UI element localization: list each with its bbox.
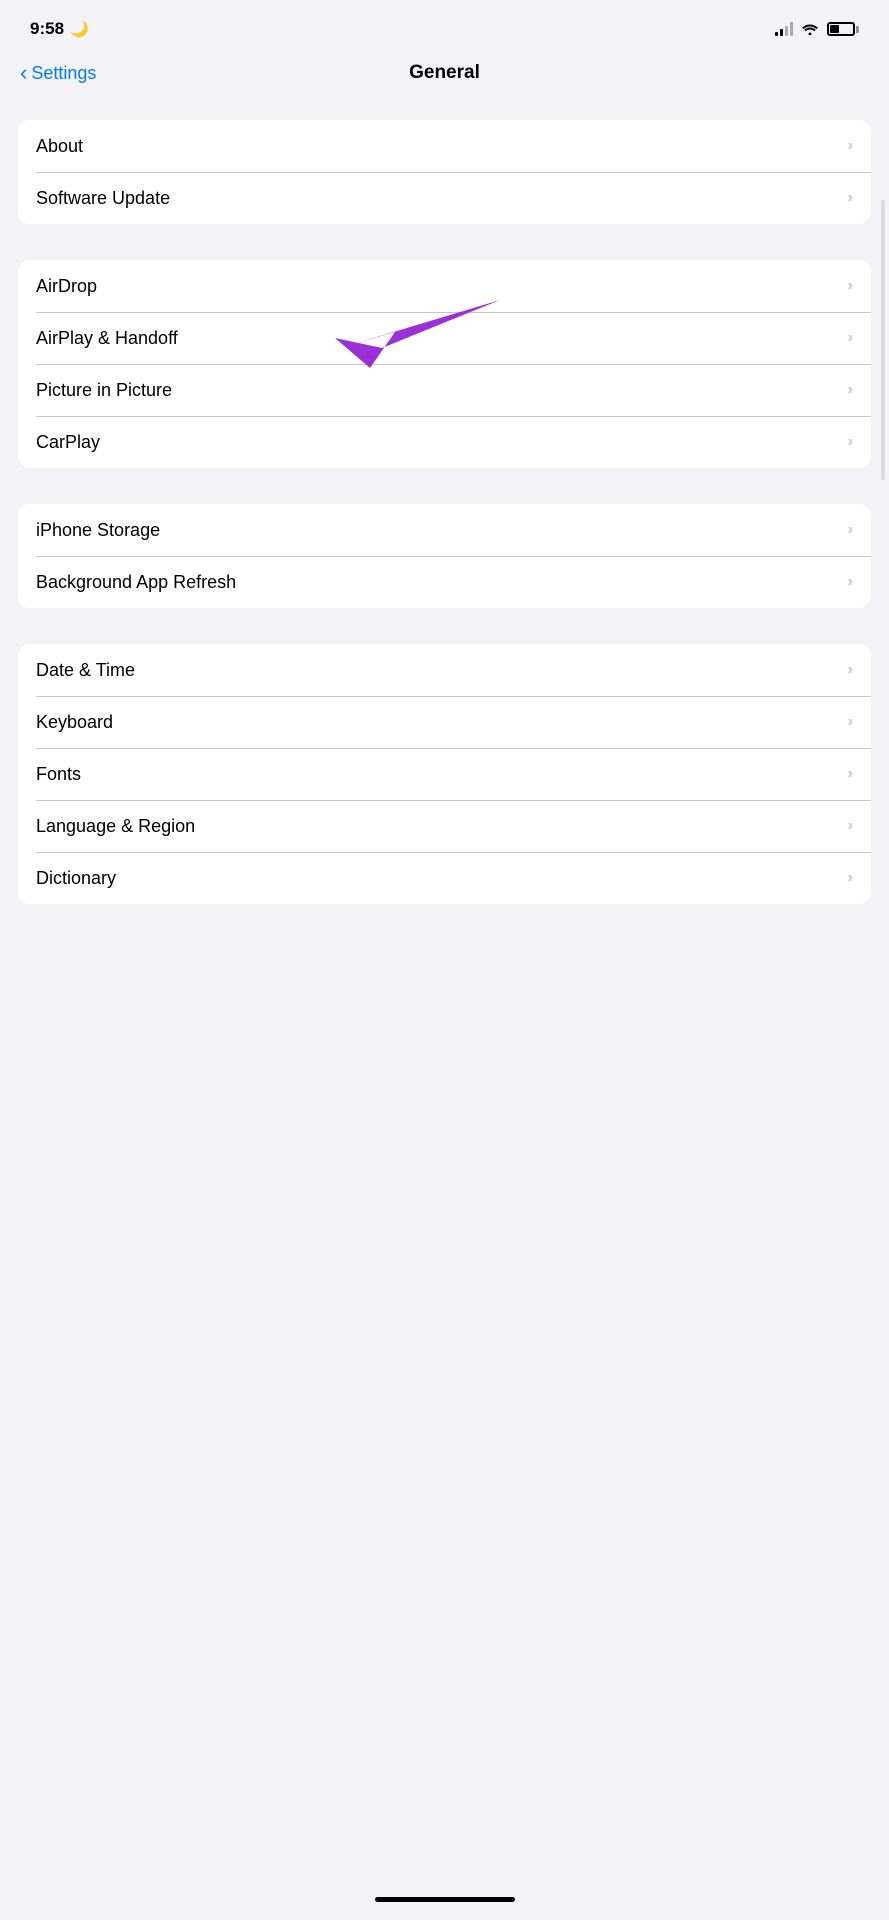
settings-group-1: About › Software Update ›: [18, 120, 871, 224]
airdrop-chevron-icon: ›: [848, 277, 853, 295]
about-label: About: [36, 136, 83, 157]
about-row[interactable]: About ›: [18, 120, 871, 172]
date-time-chevron-icon: ›: [848, 661, 853, 679]
keyboard-chevron-icon: ›: [848, 713, 853, 731]
status-bar: 9:58 🌙: [0, 0, 889, 54]
date-time-label: Date & Time: [36, 660, 135, 681]
iphone-storage-row[interactable]: iPhone Storage ›: [18, 504, 871, 556]
airplay-handoff-row[interactable]: AirPlay & Handoff ›: [18, 312, 871, 364]
scrollbar[interactable]: [881, 200, 885, 480]
settings-group-2: AirDrop › AirPlay & Handoff › Picture in…: [18, 260, 871, 468]
back-chevron-icon: ‹: [20, 62, 27, 84]
dictionary-label: Dictionary: [36, 868, 116, 889]
fonts-row[interactable]: Fonts ›: [18, 748, 871, 800]
fonts-label: Fonts: [36, 764, 81, 785]
picture-in-picture-label: Picture in Picture: [36, 380, 172, 401]
signal-icon: [775, 22, 793, 36]
settings-group-4: Date & Time › Keyboard › Fonts › Languag…: [18, 644, 871, 904]
background-app-refresh-row[interactable]: Background App Refresh ›: [18, 556, 871, 608]
dictionary-chevron-icon: ›: [848, 869, 853, 887]
dictionary-row[interactable]: Dictionary ›: [18, 852, 871, 904]
airdrop-label: AirDrop: [36, 276, 97, 297]
airdrop-row[interactable]: AirDrop ›: [18, 260, 871, 312]
time-label: 9:58: [30, 19, 64, 39]
language-region-row[interactable]: Language & Region ›: [18, 800, 871, 852]
language-region-label: Language & Region: [36, 816, 195, 837]
picture-in-picture-chevron-icon: ›: [848, 381, 853, 399]
page-title: General: [409, 62, 480, 84]
software-update-row[interactable]: Software Update ›: [18, 172, 871, 224]
carplay-chevron-icon: ›: [848, 433, 853, 451]
iphone-storage-label: iPhone Storage: [36, 520, 160, 541]
back-label: Settings: [31, 63, 96, 84]
moon-icon: 🌙: [70, 20, 89, 38]
date-time-row[interactable]: Date & Time ›: [18, 644, 871, 696]
software-update-label: Software Update: [36, 188, 170, 209]
back-button[interactable]: ‹ Settings: [20, 62, 96, 84]
picture-in-picture-row[interactable]: Picture in Picture ›: [18, 364, 871, 416]
signal-bar-2: [780, 29, 783, 36]
background-app-refresh-chevron-icon: ›: [848, 573, 853, 591]
signal-bar-4: [790, 22, 793, 36]
language-region-chevron-icon: ›: [848, 817, 853, 835]
software-update-chevron-icon: ›: [848, 189, 853, 207]
airplay-handoff-chevron-icon: ›: [848, 329, 853, 347]
status-right-icons: [775, 21, 859, 38]
navigation-bar: ‹ Settings General: [0, 54, 889, 100]
iphone-storage-chevron-icon: ›: [848, 521, 853, 539]
battery-icon: [827, 22, 859, 36]
carplay-row[interactable]: CarPlay ›: [18, 416, 871, 468]
keyboard-row[interactable]: Keyboard ›: [18, 696, 871, 748]
fonts-chevron-icon: ›: [848, 765, 853, 783]
settings-content: About › Software Update › AirDrop › AirP…: [0, 100, 889, 924]
about-chevron-icon: ›: [848, 137, 853, 155]
carplay-label: CarPlay: [36, 432, 100, 453]
settings-group-3: iPhone Storage › Background App Refresh …: [18, 504, 871, 608]
status-time: 9:58 🌙: [30, 19, 89, 39]
keyboard-label: Keyboard: [36, 712, 113, 733]
home-indicator: [375, 1897, 515, 1902]
airplay-handoff-label: AirPlay & Handoff: [36, 328, 178, 349]
signal-bar-1: [775, 32, 778, 36]
signal-bar-3: [785, 26, 788, 36]
wifi-icon: [801, 21, 819, 38]
background-app-refresh-label: Background App Refresh: [36, 572, 236, 593]
